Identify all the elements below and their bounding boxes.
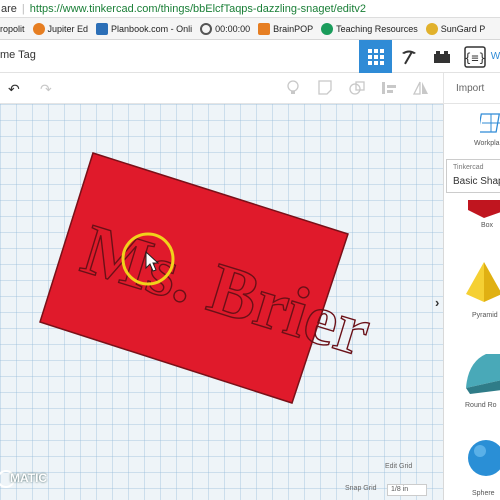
bookmark-teaching-resources[interactable]: Teaching Resources xyxy=(321,22,418,35)
bookmark-metropolit[interactable]: ropolit xyxy=(0,24,25,34)
edit-toolbar: ↶ ↷ xyxy=(0,73,443,104)
lightbulb-icon[interactable] xyxy=(284,79,302,97)
stopwatch-icon xyxy=(200,22,213,35)
shapes-panel: Workpla Tinkercad Basic Shap Box Pyramid… xyxy=(443,104,500,500)
note-icon[interactable] xyxy=(316,79,334,97)
snap-grid-label: Snap Grid xyxy=(345,485,377,492)
snap-grid-value: 1/8 in xyxy=(391,486,409,493)
bookmark-sungard[interactable]: SunGard P xyxy=(425,22,486,35)
align-icon[interactable] xyxy=(380,79,398,97)
address-prefix: are xyxy=(1,2,17,15)
bookmark-label: BrainPOP xyxy=(273,23,314,34)
round-roof-shape-icon[interactable] xyxy=(462,350,500,394)
bookmarks-bar: ropolit Jupiter Ed Planbook.com - Onli 0… xyxy=(0,18,500,40)
svg-text:{≡}: {≡} xyxy=(464,51,486,65)
bookmark-label: SunGard P xyxy=(440,23,486,34)
shape-label-pyramid[interactable]: Pyramid xyxy=(472,312,498,319)
mirror-icon[interactable] xyxy=(412,79,430,97)
view-3d-button[interactable] xyxy=(359,40,392,73)
code-braces-icon: {≡} xyxy=(464,45,486,68)
address-bar[interactable]: are | https://www.tinkercad.com/things/b… xyxy=(0,0,500,18)
workplane-label[interactable]: Workpla xyxy=(474,140,500,147)
bookmark-brainpop[interactable]: BrainPOP xyxy=(258,22,314,35)
address-url[interactable]: https://www.tinkercad.com/things/bbElcfT… xyxy=(30,3,366,15)
app-header: me Tag {≡} W xyxy=(0,40,500,73)
design-title[interactable]: me Tag xyxy=(0,49,36,61)
bookmark-jupiter[interactable]: Jupiter Ed xyxy=(32,22,89,35)
bookmark-planbook[interactable]: Planbook.com - Onli xyxy=(96,22,193,35)
address-separator: | xyxy=(21,2,25,15)
bookmark-label: ropolit xyxy=(0,23,25,34)
redo-icon[interactable]: ↷ xyxy=(40,81,52,98)
jupiter-icon xyxy=(32,22,45,35)
brick-icon xyxy=(433,50,450,63)
bookmark-label: Teaching Resources xyxy=(336,23,418,34)
user-initial-icon: W xyxy=(490,51,500,62)
import-label: Import xyxy=(456,82,485,94)
brand-text: MATIC xyxy=(10,471,48,485)
bookmark-label: Planbook.com - Onli xyxy=(111,23,193,34)
bookmark-stopwatch[interactable]: 00:00:00 xyxy=(200,22,251,35)
import-button[interactable]: Import xyxy=(443,73,500,104)
shape-label-sphere[interactable]: Sphere xyxy=(472,490,495,497)
box-shape-icon[interactable] xyxy=(464,200,500,220)
workplane-canvas[interactable]: Ms. Brier xyxy=(0,104,443,500)
edit-grid-link[interactable]: Edit Grid xyxy=(385,463,412,470)
sungard-icon xyxy=(425,22,438,35)
blocks-button[interactable] xyxy=(392,40,425,73)
pyramid-shape-icon[interactable] xyxy=(462,260,500,304)
pickaxe-icon xyxy=(401,50,416,64)
workplane[interactable]: Ms. Brier xyxy=(0,104,443,500)
tpt-icon xyxy=(321,22,334,35)
shape-label-box[interactable]: Box xyxy=(481,222,493,229)
shape-library-dropdown[interactable]: Tinkercad Basic Shap xyxy=(446,159,500,193)
snap-grid-select[interactable]: 1/8 in xyxy=(387,484,427,496)
undo-icon[interactable]: ↶ xyxy=(8,81,20,98)
group-icon[interactable] xyxy=(348,79,366,97)
library-name: Basic Shap xyxy=(453,176,500,187)
bricks-button[interactable] xyxy=(425,40,458,73)
brainpop-icon xyxy=(258,22,271,35)
planbook-icon xyxy=(96,22,109,35)
screen: are | https://www.tinkercad.com/things/b… xyxy=(0,0,500,500)
brand-logo: MATIC xyxy=(0,465,70,495)
library-source: Tinkercad xyxy=(453,164,484,171)
bookmark-label: Jupiter Ed xyxy=(47,23,89,34)
user-menu[interactable]: W xyxy=(491,40,500,73)
bookmark-label: 00:00:00 xyxy=(215,23,251,34)
grid-icon xyxy=(367,48,384,65)
code-blocks-button[interactable]: {≡} xyxy=(458,40,491,73)
sphere-shape-icon[interactable] xyxy=(466,438,500,478)
shape-label-round-roof[interactable]: Round Ro xyxy=(465,402,497,409)
workplane-icon[interactable] xyxy=(480,110,500,136)
